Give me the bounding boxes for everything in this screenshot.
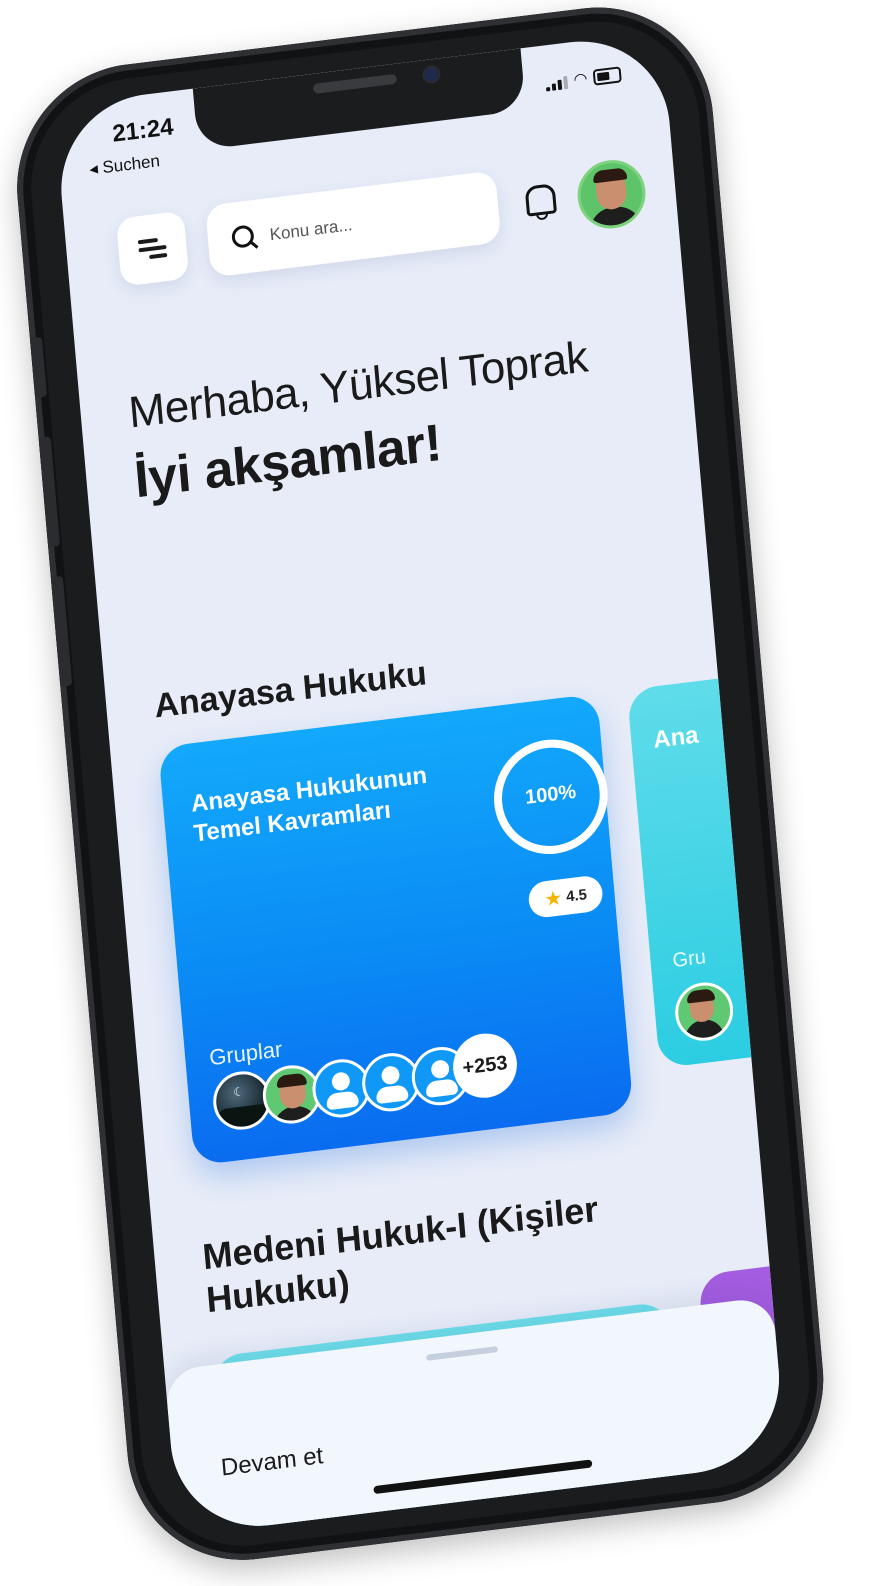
continue-sheet[interactable]: Devam et (164, 1296, 787, 1537)
wifi-icon: ◠ (572, 70, 589, 90)
group-avatar (672, 979, 736, 1045)
continue-label: Devam et (219, 1442, 325, 1482)
menu-button[interactable] (115, 210, 190, 287)
mute-switch (29, 336, 48, 398)
menu-icon (116, 211, 184, 260)
speaker (312, 73, 398, 94)
section-title: Medeni Hukuk-I (Kişiler Hukuku) (200, 1187, 600, 1321)
progress-ring: 100% (489, 733, 613, 861)
course-title: Ana (652, 721, 700, 754)
battery-icon (592, 66, 622, 86)
home-indicator (373, 1459, 593, 1495)
status-time: 21:24 (111, 113, 175, 148)
section-title: Anayasa Hukuku (152, 654, 429, 726)
notch (192, 48, 526, 151)
front-camera (423, 66, 439, 83)
volume-up-button (38, 436, 61, 548)
signal-icon (545, 75, 569, 92)
groups-label: Gruplar (208, 1036, 284, 1071)
status-icons: ◠ (545, 66, 622, 92)
rating-badge: ★ 4.5 (527, 874, 604, 920)
course-card[interactable]: Ana Gru (626, 670, 787, 1069)
course-card[interactable]: Anayasa Hukukunun Temel Kavramları 100% … (158, 693, 634, 1166)
volume-down-button (50, 575, 73, 687)
profile-avatar[interactable] (574, 156, 649, 233)
search-input[interactable] (266, 194, 482, 251)
back-to-app-link[interactable]: ◂ Suchen (89, 151, 161, 180)
phone-frame: 21:24 ◂ Suchen ◠ Konu ara... Merhaba, Yü… (7, 0, 834, 1574)
sheet-handle[interactable] (426, 1346, 499, 1361)
search-bar[interactable] (205, 170, 502, 278)
bell-icon[interactable] (524, 183, 557, 217)
star-icon: ★ (543, 886, 564, 911)
phone-mockup: 21:24 ◂ Suchen ◠ Konu ara... Merhaba, Yü… (0, 0, 874, 1586)
app-screen: 21:24 ◂ Suchen ◠ Konu ara... Merhaba, Yü… (53, 31, 787, 1537)
search-icon (230, 224, 255, 249)
groups-label: Gru (671, 946, 707, 973)
rating-value: 4.5 (565, 885, 588, 906)
progress-text: 100% (524, 780, 578, 809)
course-title: Anayasa Hukukunun Temel Kavramları (189, 761, 429, 848)
